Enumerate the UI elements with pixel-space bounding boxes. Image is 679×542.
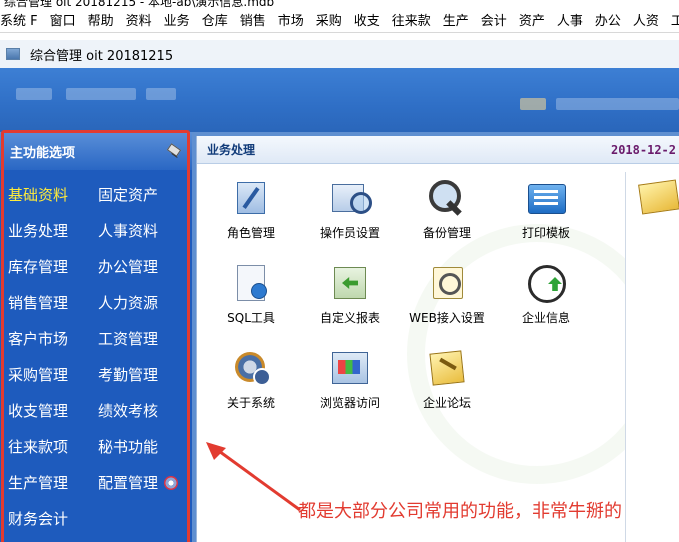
tile-label: SQL工具 xyxy=(227,311,275,325)
sidebar-item-hr[interactable]: 人力资源 xyxy=(98,292,188,314)
tile-web-access[interactable]: WEB接入设置 xyxy=(397,263,497,326)
menu-assets[interactable]: 资产 xyxy=(513,11,551,32)
sidebar-item-performance[interactable]: 绩效考核 xyxy=(98,400,188,422)
menu-purchase[interactable]: 采购 xyxy=(310,11,348,32)
tile-browser-access[interactable]: 浏览器访问 xyxy=(300,348,400,411)
company-info-icon xyxy=(524,263,568,303)
sidebar-item-secretary[interactable]: 秘书功能 xyxy=(98,436,188,458)
blurred-contact-info xyxy=(556,98,679,110)
tile-operator-settings[interactable]: 操作员设置 xyxy=(300,178,400,241)
sidebar-nav: 基础资料 固定资产 业务处理 人事资料 库存管理 办公管理 销售管理 人力资源 … xyxy=(0,170,192,530)
print-template-icon xyxy=(524,178,568,218)
tile-label: 操作员设置 xyxy=(319,226,380,240)
tile-about-system[interactable]: 关于系统 xyxy=(201,348,301,411)
sidebar-item-config[interactable]: 配置管理 xyxy=(98,472,188,494)
blurred-company-name xyxy=(146,88,176,100)
tile-label: 企业信息 xyxy=(521,311,570,325)
business-panel: 业务处理 2018-12-2 角色管理 操作员设置 备份管理 打印模板 SQL工… xyxy=(196,136,679,542)
sidebar-item-finance[interactable]: 财务会计 xyxy=(8,508,98,530)
tile-backup-management[interactable]: 备份管理 xyxy=(397,178,497,241)
window-title-bar: 综合管理 oit 20181215 - 本地-ab\演示信息.mdb xyxy=(0,0,679,10)
panel-header: 业务处理 2018-12-2 xyxy=(197,136,679,164)
menu-accounts[interactable]: 往来款 xyxy=(386,11,437,32)
web-access-icon xyxy=(425,263,469,303)
config-gear-icon xyxy=(164,476,179,490)
tile-role-management[interactable]: 角色管理 xyxy=(201,178,301,241)
menu-accounting[interactable]: 会计 xyxy=(475,11,513,32)
panel-date: 2018-12-2 xyxy=(610,142,676,157)
menu-help[interactable]: 帮助 xyxy=(82,11,120,32)
menu-office[interactable]: 办公 xyxy=(589,11,627,32)
sidebar-item-sales[interactable]: 销售管理 xyxy=(8,292,98,314)
sidebar-header: 主功能选项 xyxy=(0,132,192,170)
tile-custom-report[interactable]: 自定义报表 xyxy=(300,263,400,326)
sidebar-item-config-label: 配置管理 xyxy=(98,474,159,492)
tile-label: 角色管理 xyxy=(226,226,275,240)
tile-label: 备份管理 xyxy=(422,226,471,240)
sidebar-item-customer-market[interactable]: 客户市场 xyxy=(8,328,98,350)
sidebar-item-fixed-assets[interactable]: 固定资产 xyxy=(98,184,188,206)
sidebar-item-inventory[interactable]: 库存管理 xyxy=(8,256,98,278)
menu-bar: 系统 F 窗口 帮助 资料 业务 仓库 销售 市场 采购 收支 往来款 生产 会… xyxy=(0,11,679,33)
folder-icon[interactable] xyxy=(638,179,679,215)
menu-income-expense[interactable]: 收支 xyxy=(348,11,386,32)
sidebar-item-payroll[interactable]: 工资管理 xyxy=(98,328,188,350)
main-function-sidebar: 主功能选项 基础资料 固定资产 业务处理 人事资料 库存管理 办公管理 销售管理… xyxy=(0,132,192,542)
window-icon xyxy=(6,48,20,60)
pin-icon[interactable] xyxy=(166,143,182,159)
operator-icon xyxy=(328,178,372,218)
menu-sales[interactable]: 销售 xyxy=(234,11,272,32)
about-icon xyxy=(229,348,273,388)
tile-label: 打印模板 xyxy=(521,226,570,240)
panel-icon-area: 角色管理 操作员设置 备份管理 打印模板 SQL工具 自定义报表 WEB接入设置 xyxy=(197,164,667,542)
sidebar-item-accounts[interactable]: 往来款项 xyxy=(8,436,98,458)
blurred-company-name xyxy=(66,88,136,100)
custom-report-icon xyxy=(328,263,372,303)
blurred-contact-info xyxy=(520,98,546,110)
subwindow-title-bar: 综合管理 oit 20181215 xyxy=(0,40,679,68)
tile-sql-tool[interactable]: SQL工具 xyxy=(201,263,301,326)
tile-label: WEB接入设置 xyxy=(409,311,485,325)
menu-window[interactable]: 窗口 xyxy=(44,11,82,32)
menu-system[interactable]: 系统 F xyxy=(0,11,44,32)
sql-tool-icon xyxy=(229,263,273,303)
sidebar-item-production[interactable]: 生产管理 xyxy=(8,472,98,494)
menu-market[interactable]: 市场 xyxy=(272,11,310,32)
subwindow-title: 综合管理 oit 20181215 xyxy=(30,48,174,64)
tile-company-info[interactable]: 企业信息 xyxy=(496,263,596,326)
backup-icon xyxy=(425,178,469,218)
tile-label: 关于系统 xyxy=(226,396,275,410)
right-side-panel xyxy=(625,172,679,542)
menu-production[interactable]: 生产 xyxy=(437,11,475,32)
tile-label: 浏览器访问 xyxy=(319,396,380,410)
tile-label: 自定义报表 xyxy=(319,311,380,325)
sidebar-item-attendance[interactable]: 考勤管理 xyxy=(98,364,188,386)
sidebar-item-purchase[interactable]: 采购管理 xyxy=(8,364,98,386)
tile-print-template[interactable]: 打印模板 xyxy=(496,178,596,241)
sidebar-item-office[interactable]: 办公管理 xyxy=(98,256,188,278)
sidebar-item-business[interactable]: 业务处理 xyxy=(8,220,98,242)
menu-overflow[interactable]: 工 xyxy=(665,11,679,32)
menu-warehouse[interactable]: 仓库 xyxy=(196,11,234,32)
sidebar-title: 主功能选项 xyxy=(10,145,76,161)
tile-company-forum[interactable]: 企业论坛 xyxy=(397,348,497,411)
annotation-text: 都是大部分公司常用的功能，非常牛掰的 xyxy=(298,501,622,522)
role-icon xyxy=(229,178,273,218)
tile-label: 企业论坛 xyxy=(422,396,471,410)
sidebar-item-personnel-data[interactable]: 人事资料 xyxy=(98,220,188,242)
menu-personnel[interactable]: 人事 xyxy=(551,11,589,32)
menu-hr[interactable]: 人资 xyxy=(627,11,665,32)
menu-business[interactable]: 业务 xyxy=(158,11,196,32)
sidebar-item-income-expense[interactable]: 收支管理 xyxy=(8,400,98,422)
panel-title: 业务处理 xyxy=(207,143,256,157)
sidebar-item-basic-data[interactable]: 基础资料 xyxy=(8,184,98,206)
browser-icon xyxy=(328,348,372,388)
forum-icon xyxy=(425,348,469,388)
header-banner xyxy=(0,68,679,132)
blurred-company-name xyxy=(16,88,52,100)
menu-data[interactable]: 资料 xyxy=(120,11,158,32)
window-title: 综合管理 oit 20181215 - 本地-ab\演示信息.mdb xyxy=(4,0,275,9)
